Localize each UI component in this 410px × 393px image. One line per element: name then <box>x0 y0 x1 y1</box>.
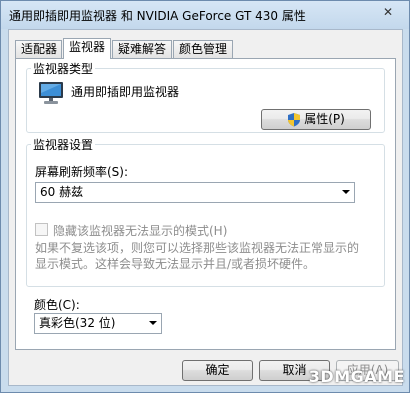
monitor-tab-page: 监视器类型 通用即插即用监视器 属性(P) 监视器设置 屏幕刷新频率(S): 6… <box>15 58 396 350</box>
monitor-settings-title: 监视器设置 <box>31 136 96 153</box>
dialog-body: 适配器 监视器 疑难解答 颜色管理 监视器类型 通用即插即用监视器 属性(P) … <box>8 29 403 386</box>
window-title: 通用即插即用监视器 和 NVIDIA GeForce GT 430 属性 <box>9 9 306 23</box>
chevron-down-icon <box>149 321 157 325</box>
properties-dialog: 通用即插即用监视器 和 NVIDIA GeForce GT 430 属性 ✕ 适… <box>0 0 410 393</box>
close-button[interactable]: ✕ <box>377 3 399 21</box>
hide-modes-checkbox[interactable] <box>35 223 48 236</box>
monitor-settings-group: 监视器设置 屏幕刷新频率(S): 60 赫兹 隐藏该监视器无法显示的模式(H) … <box>26 136 385 287</box>
monitor-type-group: 监视器类型 通用即插即用监视器 属性(P) <box>26 60 385 133</box>
refresh-rate-dropdown[interactable]: 60 赫兹 <box>35 182 355 203</box>
hide-modes-label: 隐藏该监视器无法显示的模式(H) <box>53 224 228 238</box>
tab-troubleshoot[interactable]: 疑难解答 <box>112 40 172 58</box>
ok-button[interactable]: 确定 <box>182 360 253 381</box>
uac-shield-icon <box>288 113 301 127</box>
color-depth-dropdown[interactable]: 真彩色(32 位) <box>34 313 162 334</box>
refresh-rate-value: 60 赫兹 <box>40 185 84 199</box>
watermark-logo: 3DMGAME <box>308 367 405 386</box>
chevron-down-icon <box>342 190 350 194</box>
refresh-rate-label: 屏幕刷新频率(S): <box>35 165 129 179</box>
monitor-type-title: 监视器类型 <box>31 60 96 77</box>
tab-adapter[interactable]: 适配器 <box>15 40 62 58</box>
properties-button[interactable]: 属性(P) <box>261 109 371 130</box>
monitor-icon <box>39 82 63 104</box>
color-label: 颜色(C): <box>34 298 80 312</box>
hint-line-1: 如果不复选该项，则您可以选择那些该监视器无法正常显示的 <box>35 241 360 255</box>
title-bar[interactable]: 通用即插即用监视器 和 NVIDIA GeForce GT 430 属性 ✕ <box>1 1 409 29</box>
color-depth-value: 真彩色(32 位) <box>39 316 116 330</box>
monitor-name: 通用即插即用监视器 <box>71 85 180 99</box>
hint-line-2: 显示模式。这样会导致无法显示并且/或者损坏硬件。 <box>35 257 316 271</box>
properties-button-label: 属性(P) <box>304 112 345 126</box>
tab-color-management[interactable]: 颜色管理 <box>173 40 233 58</box>
tab-monitor[interactable]: 监视器 <box>63 38 111 59</box>
